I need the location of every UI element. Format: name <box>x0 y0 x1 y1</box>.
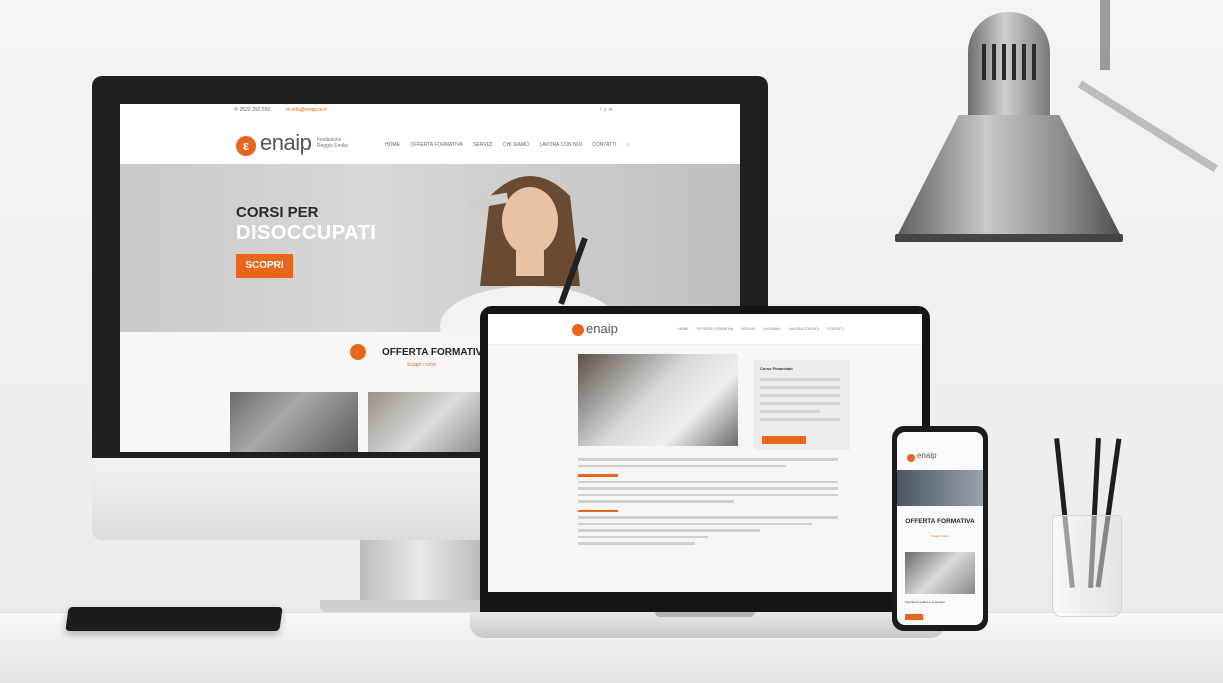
lamp-pole <box>1100 0 1110 70</box>
desktop-stand <box>360 540 480 602</box>
logo-tagline: fondazione Reggio Emilia <box>317 137 348 149</box>
logo-mark-icon[interactable] <box>572 324 584 336</box>
lamp-arm <box>1077 80 1218 173</box>
course-caption: Operatore grafico e di stampa <box>905 600 945 604</box>
laptop-notch <box>655 612 755 617</box>
section-heading <box>578 474 618 477</box>
email-text: info@enaip.re.it <box>291 107 327 113</box>
text-line <box>578 464 786 467</box>
lamp-shade <box>895 115 1123 240</box>
offer-subtitle[interactable]: Scopri i corsi <box>897 534 983 538</box>
logo-wordmark[interactable]: enaip <box>260 130 312 156</box>
course-image[interactable] <box>905 552 975 594</box>
lamp-vents <box>982 44 1038 80</box>
text-line <box>578 493 838 496</box>
lamp-rim <box>895 234 1123 242</box>
laptop-screen: enaip HOME OFFERTA FORMATIVA SERVIZI CHI… <box>488 314 922 592</box>
menu-item-servizi[interactable]: SERVIZI <box>741 327 755 331</box>
offer-title: OFFERTA FORMATIVA <box>382 347 489 358</box>
pencil-cup <box>1052 515 1122 617</box>
laptop-navbar: enaip HOME OFFERTA FORMATIVA SERVIZI CHI… <box>488 314 922 345</box>
scopri-button[interactable]: SCOPRI <box>236 254 293 278</box>
card-line <box>760 418 840 421</box>
offer-subtitle[interactable]: Scopri i corsi <box>407 362 436 368</box>
main-navbar: ε enaip fondazione Reggio Emilia HOME OF… <box>120 116 740 164</box>
phone-text: 0522 292 550 <box>239 107 271 113</box>
logo-wordmark[interactable]: enaip <box>586 321 618 336</box>
course-info-card: Corso Financiato <box>754 360 850 450</box>
text-line <box>578 480 838 483</box>
card-line <box>760 402 840 405</box>
social-icons[interactable]: f ◎ in <box>600 104 612 116</box>
card-line <box>760 394 840 397</box>
menu-item-chi-siamo[interactable]: CHI SIAMO <box>763 327 781 331</box>
offer-icon <box>350 344 366 360</box>
enroll-button[interactable] <box>762 436 806 444</box>
hero-subheading: DISOCCUPATI <box>236 222 377 244</box>
logo-mark-icon[interactable] <box>907 454 915 462</box>
menu-item-offerta[interactable]: OFFERTA FORMATIVA <box>696 327 733 331</box>
card-line <box>760 410 820 413</box>
menu-item-contatti[interactable]: CONTATTI <box>827 327 844 331</box>
section-heading <box>578 509 618 512</box>
hero-heading: CORSI PER <box>236 204 319 221</box>
text-line <box>578 487 838 490</box>
logo-mark-icon[interactable]: ε <box>236 136 256 156</box>
course-thumbnail[interactable] <box>230 392 358 452</box>
main-menu: HOME OFFERTA FORMATIVA SERVIZI CHI SIAMO… <box>385 142 639 148</box>
text-line <box>578 542 695 545</box>
menu-item-contatti[interactable]: CONTATTI <box>592 142 616 148</box>
logo-wordmark[interactable]: enaip <box>917 451 937 460</box>
menu-item-home[interactable]: HOME <box>385 142 400 148</box>
card-line <box>760 386 840 389</box>
laptop-menu: HOME OFFERTA FORMATIVA SERVIZI CHI SIAMO… <box>678 327 851 331</box>
email-link[interactable]: ✉ info@enaip.re.it <box>286 104 327 116</box>
scopri-button[interactable] <box>905 614 923 620</box>
tablet-device <box>65 607 283 631</box>
text-line <box>578 529 760 532</box>
course-description <box>578 458 838 549</box>
phone-screen: enaip OFFERTA FORMATIVA Scopri i corsi O… <box>897 432 983 625</box>
menu-item-chi-siamo[interactable]: CHI SIAMO <box>503 142 529 148</box>
phone-number[interactable]: ✆ 0522 292 550 <box>234 104 270 116</box>
menu-item-lavora[interactable]: LAVORA CON NOI <box>789 327 819 331</box>
phone-hero <box>897 470 983 506</box>
card-title: Corso Financiato <box>760 366 793 371</box>
text-line <box>578 535 708 538</box>
course-image <box>578 354 738 446</box>
text-line <box>578 522 812 525</box>
menu-item-home[interactable]: HOME <box>678 327 689 331</box>
card-line <box>760 378 840 381</box>
text-line <box>578 516 838 519</box>
search-icon[interactable]: ⌕ <box>627 142 630 148</box>
menu-item-servizi[interactable]: SERVIZI <box>473 142 492 148</box>
menu-item-offerta[interactable]: OFFERTA FORMATIVA <box>410 142 462 148</box>
text-line <box>578 458 838 461</box>
offer-title: OFFERTA FORMATIVA <box>905 518 975 525</box>
text-line <box>578 500 734 503</box>
menu-item-lavora[interactable]: LAVORA CON NOI <box>539 142 581 148</box>
course-thumbnail[interactable] <box>368 392 496 452</box>
